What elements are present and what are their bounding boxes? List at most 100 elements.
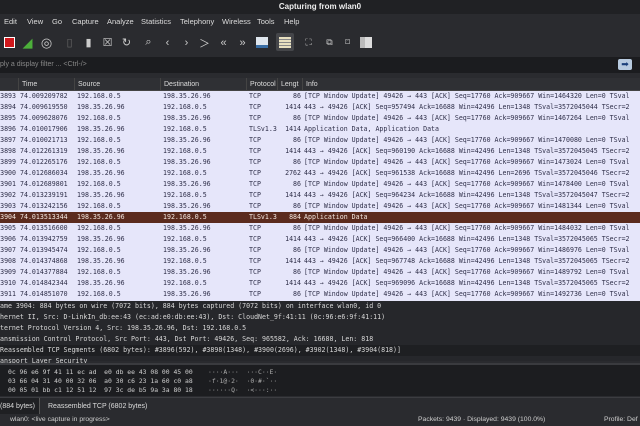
packet-bytes-pane: 0c 96 e6 9f 41 11 ec ad e0 db ee 43 08 0…: [0, 363, 640, 396]
packet-row[interactable]: 3906 74.013942759 198.35.26.96 192.168.0.5 T…: [0, 234, 640, 245]
packet-row[interactable]: 3894 74.009619550 198.35.26.96 192.168.0.5 T…: [0, 102, 640, 113]
packet-row[interactable]: 3910 74.014842344 198.35.26.96 192.168.0.5 T…: [0, 278, 640, 289]
detail-ethernet[interactable]: hernet II, Src: D-LinkIn_db:ee:43 (ec:ad…: [0, 312, 640, 323]
auto-scroll-icon[interactable]: [254, 35, 269, 50]
profile-status[interactable]: Profile: Def: [604, 414, 638, 426]
go-last-icon[interactable]: »: [235, 35, 250, 50]
packet-row[interactable]: 3900 74.012686034 198.35.26.96 192.168.0.5 T…: [0, 168, 640, 179]
cell-info: Application Data, Application Data: [304, 125, 439, 133]
resize-columns-icon[interactable]: [358, 35, 373, 50]
cell-source: 192.168.0.5: [77, 202, 121, 210]
capture-options-icon[interactable]: ◎: [39, 35, 54, 50]
cell-destination: 198.35.26.96: [163, 268, 211, 276]
cell-no: 3894: [0, 103, 16, 111]
packet-row[interactable]: 3908 74.014374868 198.35.26.96 192.168.0.5 T…: [0, 256, 640, 267]
menu-go[interactable]: Go: [52, 14, 62, 30]
column-protocol[interactable]: Protocol: [246, 78, 276, 91]
packet-row[interactable]: 3907 74.013945474 192.168.0.5 198.35.26.96 T…: [0, 245, 640, 256]
cell-length: 86: [293, 114, 301, 122]
detail-tcp[interactable]: ansmission Control Protocol, Src Port: 4…: [0, 334, 640, 345]
stop-capture-icon[interactable]: [2, 35, 17, 50]
menu-view[interactable]: View: [27, 14, 43, 30]
cell-time: 74.014377884: [20, 268, 68, 276]
cell-length: 86: [293, 158, 301, 166]
column-destination[interactable]: Destination: [160, 78, 199, 91]
column-length[interactable]: Lengt: [277, 78, 299, 91]
cell-time: 74.014851070: [20, 290, 68, 298]
menu-statistics[interactable]: Statistics: [141, 14, 171, 30]
column-source[interactable]: Source: [74, 78, 100, 91]
cell-info: [TCP Window Update] 49426 → 443 [ACK] Se…: [304, 180, 630, 188]
cell-source: 198.35.26.96: [77, 213, 125, 221]
go-back-icon[interactable]: ‹: [160, 35, 175, 50]
detail-tls[interactable]: ansport Layer Security: [0, 356, 640, 365]
packet-row[interactable]: 3904 74.013513344 198.35.26.96 192.168.0.5 T…: [0, 212, 640, 223]
cell-no: 3900: [0, 169, 16, 177]
column-time[interactable]: Time: [18, 78, 37, 91]
packet-row[interactable]: 3901 74.012689801 192.168.0.5 198.35.26.96 T…: [0, 179, 640, 190]
menu-wireless[interactable]: Wireless: [222, 14, 251, 30]
cell-source: 198.35.26.96: [77, 235, 125, 243]
cell-protocol: TCP: [249, 202, 261, 210]
cell-length: 86: [293, 92, 301, 100]
reload-icon[interactable]: ↻: [119, 35, 134, 50]
cell-source: 192.168.0.5: [77, 246, 121, 254]
cell-destination: 198.35.26.96: [163, 136, 211, 144]
tab-reassembled-tcp[interactable]: Reassembled TCP (6802 bytes): [44, 398, 151, 415]
cell-protocol: TCP: [249, 279, 261, 287]
cell-length: 86: [293, 224, 301, 232]
cell-info: Application Data: [304, 213, 368, 221]
cell-no: 3899: [0, 158, 16, 166]
find-packet-icon[interactable]: ⌕: [141, 35, 156, 50]
packet-row[interactable]: 3903 74.013242156 192.168.0.5 198.35.26.96 T…: [0, 201, 640, 212]
packet-row[interactable]: 3893 74.009209782 192.168.0.5 198.35.26.96 T…: [0, 91, 640, 102]
cell-info: 443 → 49426 [ACK] Seq=961538 Ack=16688 W…: [304, 169, 630, 177]
restart-capture-icon[interactable]: ◢: [20, 35, 35, 50]
cell-protocol: TCP: [249, 147, 261, 155]
cell-source: 192.168.0.5: [77, 136, 121, 144]
packet-row[interactable]: 3902 74.013239191 198.35.26.96 192.168.0.5 T…: [0, 190, 640, 201]
cell-destination: 192.168.0.5: [163, 235, 207, 243]
menu-edit[interactable]: Edit: [4, 14, 17, 30]
display-filter-input[interactable]: ply a display filter ... <Ctrl-/>: [0, 57, 640, 73]
cell-length: 86: [293, 290, 301, 298]
packet-row[interactable]: 3896 74.010017906 198.35.26.96 192.168.0.5 T…: [0, 124, 640, 135]
colorize-icon[interactable]: [276, 33, 294, 51]
packet-row[interactable]: 3905 74.013516600 192.168.0.5 198.35.26.96 T…: [0, 223, 640, 234]
window-title: Capturing from wlan0: [0, 0, 640, 14]
cell-destination: 198.35.26.96: [163, 114, 211, 122]
packet-row[interactable]: 3897 74.010021713 192.168.0.5 198.35.26.96 T…: [0, 135, 640, 146]
cell-protocol: TLSv1.3: [249, 213, 277, 221]
zoom-in-icon[interactable]: ⛶: [301, 35, 316, 50]
menu-analyze[interactable]: Analyze: [107, 14, 134, 30]
column-info[interactable]: Info: [302, 78, 318, 91]
close-file-icon[interactable]: ☒: [100, 35, 115, 50]
open-file-icon[interactable]: ▯: [62, 35, 77, 50]
packet-row[interactable]: 3909 74.014377884 192.168.0.5 198.35.26.96 T…: [0, 267, 640, 278]
go-forward-icon[interactable]: ›: [179, 35, 194, 50]
cell-protocol: TCP: [249, 136, 261, 144]
cell-length: 86: [293, 202, 301, 210]
menu-tools[interactable]: Tools: [257, 14, 275, 30]
detail-ip[interactable]: ternet Protocol Version 4, Src: 198.35.2…: [0, 323, 640, 334]
menu-telephony[interactable]: Telephony: [180, 14, 214, 30]
menu-capture[interactable]: Capture: [72, 14, 99, 30]
detail-reassembled[interactable]: Reassembled TCP Segments (6802 bytes): #…: [0, 345, 640, 356]
cell-time: 74.012689801: [20, 180, 68, 188]
packet-row[interactable]: 3898 74.012261319 198.35.26.96 192.168.0.5 T…: [0, 146, 640, 157]
cell-time: 74.012265176: [20, 158, 68, 166]
menu-help[interactable]: Help: [284, 14, 299, 30]
go-to-packet-icon[interactable]: ＞: [197, 35, 212, 50]
cell-destination: 198.35.26.96: [163, 158, 211, 166]
go-first-icon[interactable]: «: [216, 35, 231, 50]
zoom-out-icon[interactable]: ⧉: [322, 35, 337, 50]
cell-source: 198.35.26.96: [77, 103, 125, 111]
packet-row[interactable]: 3899 74.012265176 192.168.0.5 198.35.26.96 T…: [0, 157, 640, 168]
save-file-icon[interactable]: ▮: [81, 35, 96, 50]
detail-frame[interactable]: ame 3904: 884 bytes on wire (7072 bits),…: [0, 301, 640, 312]
tab-frame-bytes[interactable]: (884 bytes): [0, 398, 41, 415]
packet-row[interactable]: 3911 74.014851070 192.168.0.5 198.35.26.96 T…: [0, 289, 640, 300]
packet-row[interactable]: 3895 74.009628076 192.168.0.5 198.35.26.96 T…: [0, 113, 640, 124]
apply-filter-arrow-icon[interactable]: ➡: [618, 59, 632, 70]
normal-size-icon[interactable]: ⌑: [340, 35, 355, 50]
